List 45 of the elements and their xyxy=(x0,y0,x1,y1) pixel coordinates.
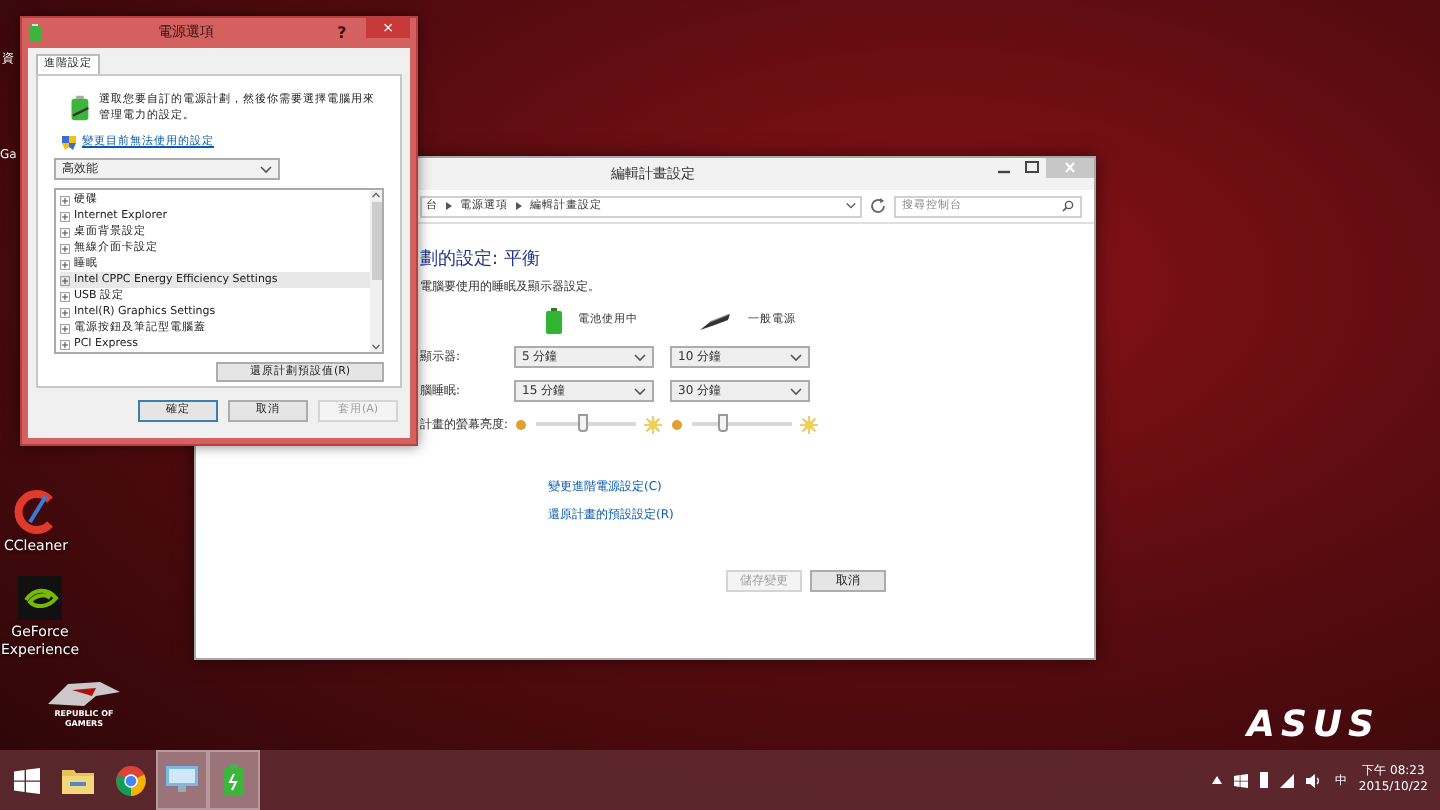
dim-sun-icon xyxy=(514,417,528,431)
expand-icon xyxy=(60,227,70,238)
monitor-icon[interactable] xyxy=(166,766,198,794)
chevron-down-icon xyxy=(790,353,802,361)
windows-logo-icon[interactable] xyxy=(13,767,39,793)
signal-icon[interactable] xyxy=(1280,773,1295,787)
expand-icon xyxy=(60,291,70,302)
wallpaper-brand: ASUS xyxy=(1247,706,1380,746)
slider-thumb[interactable] xyxy=(718,414,728,432)
help-button[interactable]: ? xyxy=(330,21,354,45)
chevron-up-icon xyxy=(372,192,380,199)
chevron-up-icon[interactable] xyxy=(1212,776,1223,784)
expand-icon xyxy=(60,259,70,270)
chevron-right-icon xyxy=(446,202,452,210)
ccleaner-icon[interactable] xyxy=(14,490,58,534)
chevron-down-icon xyxy=(634,353,646,361)
chevron-right-icon xyxy=(516,202,522,210)
plan-heading: 劃的設定: 平衡 xyxy=(420,250,542,272)
speaker-icon[interactable] xyxy=(1306,773,1323,787)
expand-icon xyxy=(60,243,70,254)
expand-icon xyxy=(60,323,70,334)
expand-icon xyxy=(60,339,70,350)
chrome-icon[interactable] xyxy=(115,765,145,795)
chevron-down-icon xyxy=(372,344,380,351)
chevron-down-icon xyxy=(634,387,646,395)
bright-sun-icon xyxy=(800,415,818,433)
chevron-down-icon xyxy=(260,165,272,174)
expand-icon xyxy=(60,211,70,222)
bright-sun-icon xyxy=(644,415,662,433)
shield-icon xyxy=(62,135,76,150)
dim-sun-icon xyxy=(670,417,684,431)
slider-thumb[interactable] xyxy=(577,414,587,432)
chevron-down-icon xyxy=(790,387,802,395)
chevron-down-icon xyxy=(846,202,856,210)
expand-icon xyxy=(60,275,70,286)
folder-icon[interactable] xyxy=(62,766,94,794)
windows-logo-icon[interactable] xyxy=(1234,773,1249,787)
expand-icon xyxy=(60,307,70,318)
search-icon xyxy=(1062,200,1074,212)
brightness-slider[interactable] xyxy=(536,414,636,434)
brightness-slider[interactable] xyxy=(692,414,792,434)
geforce-icon[interactable] xyxy=(18,576,62,620)
refresh-icon[interactable] xyxy=(868,196,888,216)
scrollbar[interactable] xyxy=(370,190,382,353)
expand-icon xyxy=(60,195,70,206)
